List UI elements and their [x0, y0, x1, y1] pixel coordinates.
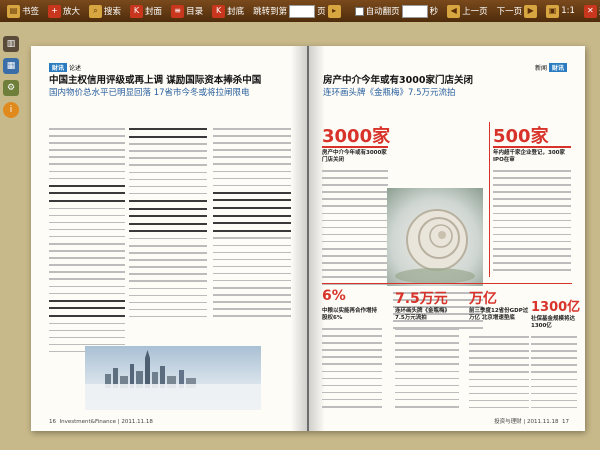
left-gutter-shadow	[291, 46, 307, 431]
stat-500-companies: 500家	[493, 126, 549, 147]
toc-icon: ≡	[171, 4, 185, 18]
back-cover-button[interactable]: K 封底	[209, 2, 247, 20]
stat-75k-body	[395, 328, 459, 413]
stat-6-percent: 6%	[322, 288, 346, 304]
city-skyline-illustration	[85, 350, 261, 410]
right-headline: 房产中介今年或有3000家门店关闭	[323, 75, 473, 86]
stat-1300-caption: 社保基金规模将达1300亿	[531, 316, 576, 329]
stat-1300-body	[531, 336, 577, 414]
ratio-button[interactable]: ▣ 1:1	[543, 2, 578, 20]
exit-icon: ✕	[583, 4, 597, 18]
right-page-footer: 投资与理财 | 2011.11.18 17	[494, 419, 569, 425]
stat-500-body	[493, 170, 571, 276]
search-button[interactable]: ⌕ 搜索	[86, 2, 124, 20]
book-icon[interactable]: ▥	[3, 36, 19, 52]
toc-button[interactable]: ≡ 目录	[168, 2, 206, 20]
stat-trillion-caption: 前三季度12省份GDP过万亿 北京增速垫底	[469, 308, 529, 321]
goto-confirm-icon[interactable]: ▸	[327, 4, 341, 18]
left-column-2	[129, 128, 207, 323]
stat-divider	[493, 146, 571, 148]
side-dock: ▥ ▦ ⚙ i	[0, 30, 22, 140]
ratio-icon: ▣	[546, 4, 560, 18]
stat-75k-caption: 连环画头牌《金瓶梅》7.5万元流拍	[395, 308, 451, 321]
stat-6-body	[322, 328, 382, 413]
stat-3000-body	[322, 170, 388, 291]
auto-flip-control: 自动翻页 秒	[352, 2, 442, 20]
stat-3000-caption: 房产中介今年或有3000家门店关闭	[322, 150, 387, 163]
thumbnails-icon[interactable]: ▦	[3, 58, 19, 74]
cover-icon: K	[130, 4, 144, 18]
spiral-shell-photo	[387, 188, 483, 286]
zoom-in-icon: +	[48, 4, 62, 18]
left-column-3	[213, 128, 291, 323]
cover-button[interactable]: K 封面	[127, 2, 165, 20]
exit-button[interactable]: ✕ 退出	[581, 2, 600, 20]
search-icon: ⌕	[89, 4, 103, 18]
info-icon[interactable]: i	[3, 102, 19, 118]
left-subhead: 国内物价总水平已明显回落 17省市今冬或将拉闸限电	[49, 88, 250, 98]
right-subhead: 连环画头牌《金瓶梅》7.5万元流拍	[323, 88, 456, 98]
prev-page-button[interactable]: ◀ 上一页	[444, 2, 491, 20]
zoom-in-button[interactable]: + 放大	[45, 2, 83, 20]
arrow-left-icon: ◀	[447, 4, 461, 18]
back-cover-icon: K	[212, 4, 226, 18]
reader-toolbar: ▤ 书签 + 放大 ⌕ 搜索 K 封面 ≡ 目录 K 封底 跳转到第 页 ▸ 自…	[0, 0, 600, 22]
goto-page-input[interactable]	[289, 4, 316, 18]
goto-page-control: 跳转到第 页 ▸	[250, 2, 344, 20]
auto-flip-seconds-input[interactable]	[401, 4, 428, 18]
stat-3000-stores: 3000家	[322, 126, 391, 147]
right-page[interactable]: 新闻 财讯 房产中介今年或有3000家门店关闭 连环画头牌《金瓶梅》7.5万元流…	[309, 46, 585, 431]
column-rule	[489, 122, 490, 277]
stat-6-caption: 中粮以实能再合作增持股权6%	[322, 308, 378, 321]
bookmark-icon: ▤	[7, 4, 20, 18]
stat-divider	[322, 146, 388, 148]
left-column-1	[49, 128, 125, 358]
row-divider	[322, 283, 572, 284]
stat-75k-yuan: 7.5万元	[395, 291, 448, 307]
next-page-button[interactable]: 下一页 ▶	[494, 2, 541, 20]
spiral-shell-illustration	[395, 209, 475, 284]
gear-icon[interactable]: ⚙	[3, 80, 19, 96]
arrow-right-icon: ▶	[524, 4, 538, 18]
left-headline: 中国主权信用评级或再上调 谋励国际资本捧杀中国	[49, 75, 262, 86]
stat-trillion-body	[469, 336, 529, 414]
auto-flip-checkbox[interactable]	[354, 6, 364, 16]
right-section-tag: 新闻 财讯	[535, 63, 569, 72]
bookmark-button[interactable]: ▤ 书签	[4, 2, 42, 20]
left-page-footer: 16 Investment&Finance | 2011.11.18	[49, 419, 153, 425]
stat-trillion: 万亿	[469, 291, 497, 307]
stat-1300-billion: 1300亿	[531, 300, 581, 315]
left-page[interactable]: 财讯 论述 中国主权信用评级或再上调 谋励国际资本捧杀中国 国内物价总水平已明显回…	[31, 46, 307, 431]
left-section-tag: 财讯 论述	[49, 63, 81, 72]
stat-500-caption: 年内超千家企业登记，300家IPO在审	[493, 150, 565, 163]
city-skyline-photo	[85, 346, 261, 410]
magazine-spread: 财讯 论述 中国主权信用评级或再上调 谋励国际资本捧杀中国 国内物价总水平已明显回…	[31, 46, 585, 431]
